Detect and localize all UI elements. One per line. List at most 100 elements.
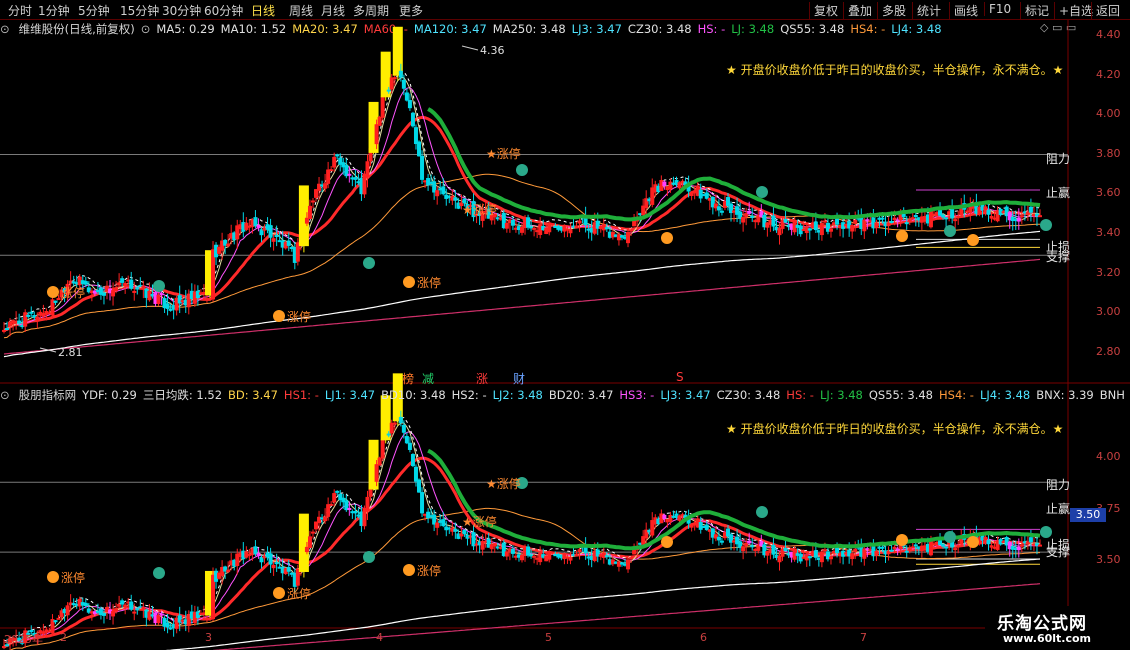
- candle: [941, 544, 946, 547]
- candle: [874, 222, 879, 229]
- candle: [326, 504, 331, 517]
- candle: [410, 112, 415, 127]
- candle: [404, 92, 409, 101]
- candle: [23, 312, 28, 327]
- candle: [365, 161, 370, 178]
- legend-item: YDF: 0.29: [82, 388, 137, 402]
- legend-item: HS: -: [786, 388, 814, 402]
- sell-signal-icon: [756, 186, 768, 198]
- candle: [380, 439, 385, 459]
- candle: [510, 548, 515, 554]
- legend-item: BNH: [1099, 388, 1125, 402]
- candle: [986, 210, 991, 215]
- event-marker[interactable]: S: [676, 370, 684, 384]
- candle: [510, 219, 515, 226]
- candle: [256, 225, 261, 228]
- candle: [413, 466, 418, 482]
- candle: [256, 553, 261, 556]
- candle: [941, 214, 946, 218]
- candle: [526, 217, 531, 228]
- candle: [574, 554, 579, 557]
- candle: [904, 222, 909, 225]
- candle: [286, 567, 291, 572]
- ma60-line: [3, 173, 1040, 339]
- candle: [822, 549, 827, 552]
- collapse-icon[interactable]: ⊙: [0, 388, 10, 402]
- candle: [835, 547, 840, 553]
- axis-tick: 2.80: [1096, 344, 1121, 358]
- candle: [944, 546, 949, 549]
- candle: [453, 528, 458, 532]
- candle: [159, 293, 164, 296]
- candle: [129, 279, 134, 289]
- candle: [426, 511, 431, 519]
- date-label: 5: [545, 631, 552, 644]
- indicator-legend: ⊙ 股朋指标网 YDF: 0.29 三日均跌: 1.52 BD: 3.47 HS1: - L…: [0, 387, 1130, 403]
- candle: [120, 600, 125, 605]
- ma120-line: [3, 230, 1041, 358]
- candle: [441, 186, 446, 195]
- kline-chart[interactable]: 涨停涨停涨停涨停涨停涨停★涨停★涨停★涨停★涨停4.362.81: [0, 0, 1130, 650]
- legend-item: BD10: 3.48: [381, 388, 446, 402]
- candle: [135, 608, 140, 611]
- candle: [1019, 544, 1024, 547]
- candle: [374, 124, 379, 145]
- candle: [329, 503, 334, 506]
- candle: [532, 227, 537, 230]
- resist-label-top: 阻力: [1046, 152, 1071, 166]
- legend-item: LJ: 3.48: [819, 388, 863, 402]
- axis-tick: 4.00: [1096, 107, 1121, 121]
- sell-signal-icon: [363, 257, 375, 269]
- candle: [771, 544, 776, 555]
- candle: [698, 189, 703, 199]
- candle: [716, 206, 721, 211]
- candle: [271, 564, 276, 569]
- limit-up-label: 涨停: [61, 285, 85, 300]
- legend-item: LJ4: 3.48: [979, 388, 1031, 402]
- candle: [880, 546, 885, 549]
- date-label: 2: [60, 631, 67, 644]
- candle: [17, 320, 22, 324]
- candle: [53, 620, 58, 623]
- limit-up-icon: [47, 571, 59, 583]
- candle: [532, 555, 537, 558]
- candle: [114, 288, 119, 292]
- candle: [719, 210, 724, 213]
- legend-item: HS1: -: [283, 388, 319, 402]
- ma60-line: [9, 507, 1041, 650]
- candle: [747, 210, 752, 214]
- candle: [492, 543, 497, 547]
- candle: [413, 127, 418, 145]
- limit-up-label: 涨停: [287, 309, 311, 324]
- buy-signal-icon: [661, 536, 673, 548]
- limit-up-label: ★涨停: [486, 146, 521, 161]
- candle: [677, 515, 682, 521]
- ma5-line: [3, 422, 1041, 647]
- limit-up-label: 涨停: [287, 586, 311, 601]
- event-marker[interactable]: 财: [513, 370, 525, 387]
- candle: [950, 207, 955, 219]
- event-marker[interactable]: 减: [422, 370, 434, 387]
- candle: [389, 77, 394, 90]
- candle: [662, 514, 667, 519]
- candle: [986, 540, 991, 545]
- candle: [853, 548, 858, 553]
- axis-tick: 4.40: [1096, 28, 1121, 41]
- buy-signal-icon: [896, 534, 908, 546]
- sell-signal-icon: [516, 164, 528, 176]
- legend-item: HS3: -: [619, 388, 655, 402]
- candle: [577, 549, 582, 552]
- candle: [813, 221, 818, 231]
- candle: [913, 214, 918, 217]
- event-marker[interactable]: 榜: [402, 370, 414, 387]
- candle: [704, 524, 709, 531]
- candle: [123, 283, 128, 287]
- limit-up-label: ★涨停: [462, 202, 497, 217]
- event-marker[interactable]: 涨: [476, 370, 488, 387]
- strategy-note-bottom: ★ 开盘价收盘价低于昨日的收盘价买，半仓操作，永不满仓。★: [726, 422, 1064, 436]
- candle: [386, 433, 391, 436]
- legend-item: 三日均跌: 1.52: [142, 388, 223, 402]
- candle: [307, 205, 312, 220]
- limit-up-label: 涨停: [417, 275, 441, 290]
- candle: [813, 550, 818, 558]
